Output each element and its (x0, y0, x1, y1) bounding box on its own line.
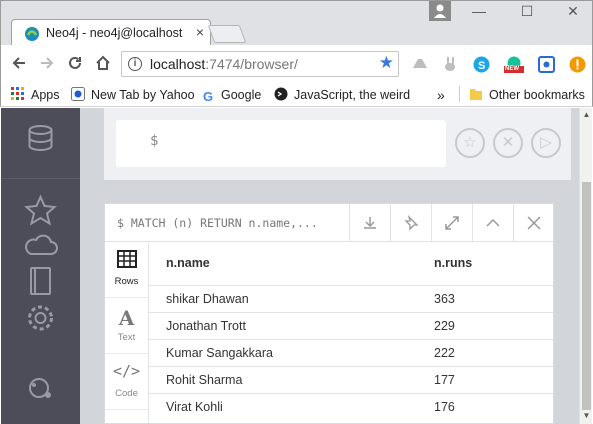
close-frame-icon[interactable] (513, 204, 554, 242)
bookmark-apps[interactable]: Apps (11, 86, 60, 104)
url-text: localhost:7474/browser/ (150, 56, 298, 72)
cell-name: Rohit Sharma (166, 373, 243, 387)
cell-name: Virat Kohli (166, 400, 223, 414)
cell-runs: 177 (434, 373, 455, 387)
download-icon[interactable] (349, 204, 390, 242)
editor-prompt: $ (150, 133, 159, 149)
tab-code[interactable]: </> Code (105, 354, 148, 410)
table-row: Kumar Sangakkara 222 (149, 339, 553, 366)
clear-editor-button[interactable]: ✕ (493, 128, 523, 158)
forward-arrow-icon[interactable] (37, 54, 57, 74)
bookmarks-bar: Apps New Tab by Yahoo G Google JavaScript… (0, 83, 593, 107)
tab-close-icon[interactable]: × (196, 24, 204, 40)
database-icon[interactable] (1, 118, 80, 158)
close-window-button[interactable]: ✕ (559, 1, 587, 21)
javascript-icon (274, 87, 288, 101)
favorite-star-button[interactable]: ☆ (455, 128, 485, 158)
fullscreen-icon[interactable] (431, 204, 472, 242)
tab-code-label: Code (115, 388, 138, 399)
neo4j-sidebar (1, 108, 80, 424)
cell-name: Jonathan Trott (166, 319, 246, 333)
bookmark-star-icon[interactable]: ★ (379, 53, 394, 73)
bookmark-yahoo[interactable]: New Tab by Yahoo (71, 86, 195, 104)
tab-text-label: Text (117, 332, 136, 343)
page-scrollbar[interactable]: ▲ ▼ (579, 108, 592, 424)
code-icon: </> (112, 362, 141, 380)
other-bookmarks[interactable]: Other bookmarks (469, 86, 585, 104)
folder-icon (469, 87, 483, 101)
apps-grid-icon (11, 87, 25, 101)
pin-icon[interactable] (390, 204, 431, 242)
info-icon[interactable]: i (128, 57, 142, 71)
minimize-button[interactable]: — (465, 1, 493, 21)
query-text[interactable]: $ MATCH (n) RETURN n.name,... (117, 216, 318, 230)
scrollbar-thumb[interactable] (582, 182, 591, 410)
documents-book-icon[interactable] (1, 262, 80, 302)
browser-titlebar: Neo4j - neo4j@localhost × — ☐ ✕ (0, 0, 593, 46)
new-tab-button[interactable] (207, 25, 247, 43)
collapse-chevron-up-icon[interactable] (472, 204, 513, 242)
result-view-tabs: Rows A Text </> Code (105, 242, 149, 423)
neo4j-main-stream: $ ☆ ✕ ▷ $ MATCH (n) RETURN n.name,... Ro… (80, 108, 579, 424)
about-neo4j-icon[interactable] (1, 368, 80, 408)
table-icon (105, 250, 148, 272)
screen-extension-icon[interactable] (538, 56, 555, 73)
new-badge: NEW (505, 66, 519, 72)
yahoo-icon (71, 87, 85, 101)
column-header-name: n.name (166, 256, 210, 270)
bookmark-google[interactable]: G Google (203, 86, 261, 104)
bookmarks-divider (459, 86, 460, 102)
editor-frame: $ ☆ ✕ ▷ (104, 108, 571, 180)
bookmark-javascript[interactable]: JavaScript, the weird p (274, 86, 412, 104)
profile-icon[interactable] (429, 1, 451, 21)
svg-text:S: S (478, 60, 485, 72)
table-row: Virat Kohli 176 (149, 393, 553, 420)
back-arrow-icon[interactable] (9, 54, 29, 74)
google-icon: G (203, 89, 214, 104)
bookmarks-overflow-button[interactable]: » (437, 86, 445, 104)
address-bar[interactable]: i localhost:7474/browser/ ★ (121, 51, 399, 77)
result-table: n.name n.runs shikar Dhawan 363 Jonathan… (149, 242, 553, 423)
home-icon[interactable] (93, 54, 113, 74)
sidebar-divider (1, 178, 80, 179)
tab-text[interactable]: A Text (105, 298, 148, 354)
tab-title: Neo4j - neo4j@localhost (46, 26, 183, 40)
result-frame: $ MATCH (n) RETURN n.name,... Rows A Tex… (104, 203, 554, 424)
column-header-runs: n.runs (434, 256, 473, 270)
skype-extension-icon[interactable]: S (473, 56, 490, 73)
text-icon: A (118, 306, 135, 330)
drive-extension-icon[interactable] (411, 56, 428, 73)
cell-runs: 229 (434, 319, 455, 333)
table-row: Jonathan Trott 229 (149, 312, 553, 339)
browser-toolbar: i localhost:7474/browser/ ★ S NEW (0, 45, 593, 83)
cell-name: shikar Dhawan (166, 292, 249, 306)
bunny-extension-icon[interactable] (442, 56, 459, 73)
cloud-icon[interactable] (1, 226, 80, 266)
browser-tab-active[interactable]: Neo4j - neo4j@localhost × (11, 19, 211, 46)
tab-rows[interactable]: Rows (105, 242, 148, 298)
maximize-button[interactable]: ☐ (513, 1, 541, 21)
cell-runs: 363 (434, 292, 455, 306)
scroll-down-arrow-icon[interactable]: ▼ (580, 411, 593, 420)
cypher-editor-input[interactable]: $ (116, 120, 446, 167)
update-alert-icon[interactable] (569, 56, 586, 73)
scroll-up-arrow-icon[interactable]: ▲ (580, 110, 593, 119)
neo4j-favicon-icon (24, 26, 40, 42)
run-query-button[interactable]: ▷ (531, 128, 561, 158)
cell-runs: 222 (434, 346, 455, 360)
table-row: shikar Dhawan 363 (149, 285, 553, 312)
table-row: Rohit Sharma 177 (149, 366, 553, 393)
reload-icon[interactable] (65, 54, 85, 74)
cell-name: Kumar Sangakkara (166, 346, 274, 360)
tab-rows-label: Rows (114, 276, 139, 287)
result-header: $ MATCH (n) RETURN n.name,... (105, 204, 553, 242)
cell-runs: 176 (434, 400, 455, 414)
settings-gear-icon[interactable] (1, 298, 80, 338)
grammarly-extension-icon[interactable]: NEW (503, 56, 525, 73)
